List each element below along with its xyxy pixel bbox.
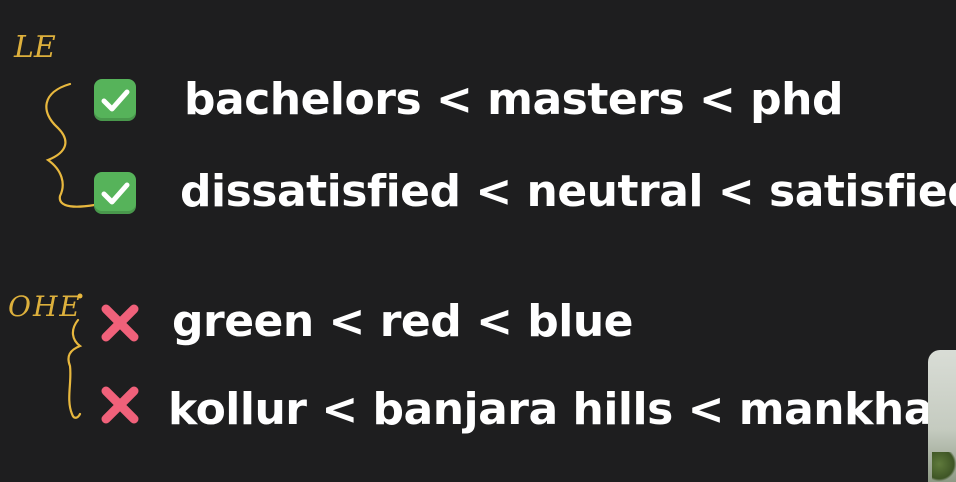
slide-canvas: LE OHE bachelors < masters < phd dissati… bbox=[0, 0, 956, 482]
cross-mark-icon bbox=[98, 383, 142, 427]
ordinal-example-education: bachelors < masters < phd bbox=[184, 74, 843, 125]
handwritten-label-ohe: OHE bbox=[8, 290, 82, 323]
curly-brace-ohe bbox=[67, 318, 83, 419]
nominal-example-places: kollur < banjara hills < mankhal bbox=[168, 384, 948, 435]
check-mark-icon bbox=[94, 172, 136, 214]
handwritten-label-le: LE bbox=[14, 30, 56, 65]
cross-mark-icon bbox=[98, 301, 142, 345]
webcam-plant bbox=[932, 452, 956, 482]
ordinal-example-satisfaction: dissatisfied < neutral < satisfied bbox=[180, 166, 956, 217]
check-mark-icon bbox=[94, 79, 136, 121]
nominal-example-colors: green < red < blue bbox=[172, 296, 634, 347]
